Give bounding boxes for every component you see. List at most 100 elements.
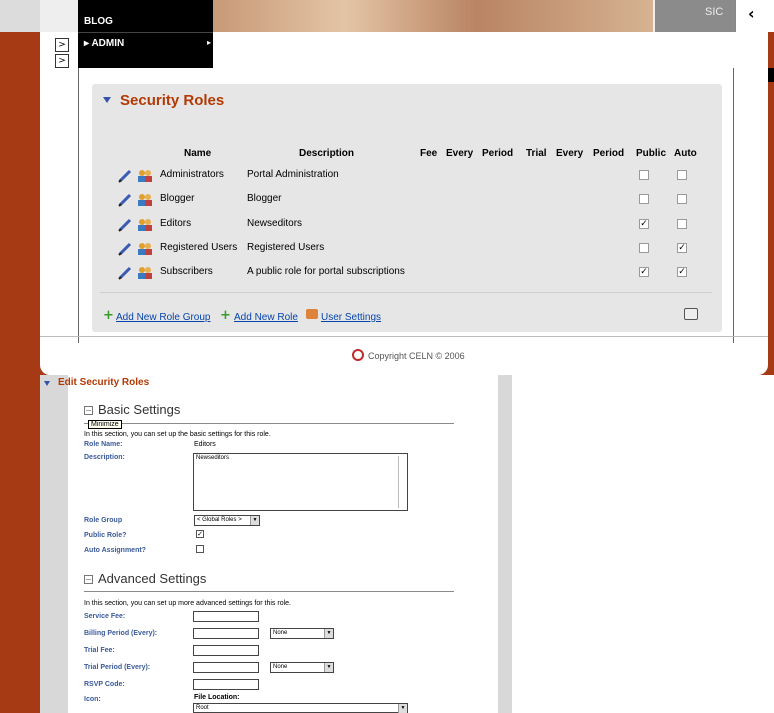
role-name: Blogger [160,193,195,204]
billing-period-select[interactable]: None ▼ [270,628,334,639]
auto-assignment-checkbox[interactable] [196,545,204,553]
role-description: A public role for portal subscriptions [247,266,405,277]
panel-right-border [733,68,734,343]
edit-pencil-icon[interactable] [117,168,133,183]
dropdown-arrow-icon: ▼ [324,663,333,672]
logo-icon [352,349,364,361]
expand-button-2[interactable]: > [55,54,69,68]
billing-period-input[interactable] [193,628,259,639]
auto-checkbox[interactable] [677,170,687,180]
basic-settings-title: Basic Settings [98,402,181,417]
description-label: Description: [84,454,125,461]
add-icon: + [103,308,114,323]
section-divider [84,591,454,592]
role-description: Blogger [247,193,282,204]
service-fee-input[interactable] [193,611,259,622]
header-period: Period [482,148,514,159]
nav-text[interactable]: SIC [705,6,723,18]
bottom-left-background [0,375,40,713]
public-checkbox[interactable]: ✓ [639,219,649,229]
header-auto: Auto [674,148,697,159]
minimize-icon[interactable]: − [84,575,93,584]
minimize-icon[interactable]: − [84,406,93,415]
trial-period-input[interactable] [193,662,259,673]
file-location-label: File Location: [194,694,240,701]
back-arrow-icon: ‹ [748,4,755,23]
edit-title: Edit Security Roles [58,377,150,388]
description-textarea[interactable]: Newseditors [193,453,408,511]
add-icon: + [220,308,231,323]
menu-item-blog[interactable]: BLOG [84,16,113,27]
edit-pencil-icon[interactable] [117,217,133,232]
dropdown-arrow-icon: ▼ [324,629,333,638]
header-public: Public [636,148,667,159]
file-location-value: Root [196,705,209,711]
textarea-scrollbar[interactable] [398,456,406,508]
separator [100,292,712,293]
service-fee-label: Service Fee: [84,613,126,620]
auto-checkbox[interactable]: ✓ [677,243,687,253]
add-role-group-link[interactable]: Add New Role Group [116,312,211,323]
header-period-2: Period [593,148,625,159]
auto-checkbox[interactable] [677,194,687,204]
advanced-intro: In this section, you can set up more adv… [84,600,291,607]
trial-fee-input[interactable] [193,645,259,656]
edit-panel-right-gutter [498,375,512,713]
role-name: Editors [160,218,192,229]
section-divider [84,423,454,424]
dropdown-arrow-icon: ▼ [398,704,407,713]
rsvp-code-label: RSVP Code: [84,681,125,688]
role-description: Portal Administration [247,169,339,180]
collapse-triangle-icon[interactable] [103,97,111,103]
auto-checkbox[interactable]: ✓ [677,267,687,277]
role-group-label: Role Group [84,517,123,524]
trial-period-label: Trial Period (Every): [84,664,151,671]
edit-pencil-icon[interactable] [117,241,133,256]
public-checkbox[interactable] [639,243,649,253]
public-role-checkbox[interactable]: ✓ [196,530,204,538]
submenu-arrow-icon: ▸ [207,38,212,47]
menu-item-admin[interactable]: ▸ ADMIN [84,38,124,49]
role-name: Administrators [160,169,224,180]
header-trial: Trial [526,148,547,159]
edit-pencil-icon[interactable] [117,192,133,207]
expand-button-1[interactable]: > [55,38,69,52]
description-value: Newseditors [196,455,230,461]
header-left [0,0,40,32]
public-checkbox[interactable] [639,170,649,180]
public-checkbox[interactable]: ✓ [639,267,649,277]
header-fee: Fee [420,148,438,159]
header-banner [213,0,653,32]
footer-line [40,336,768,337]
users-icon [137,217,153,231]
file-location-select[interactable]: Root ▼ [193,703,408,713]
role-name: Registered Users [160,242,238,253]
add-role-link[interactable]: Add New Role [234,312,298,323]
print-icon[interactable] [684,308,698,320]
billing-unit-value: None [273,630,288,636]
public-checkbox[interactable] [639,194,649,204]
public-role-label: Public Role? [84,532,127,539]
rsvp-code-input[interactable] [193,679,259,690]
auto-checkbox[interactable] [677,219,687,229]
role-group-select[interactable]: < Global Roles > ▼ [194,515,260,526]
edit-pencil-icon[interactable] [117,265,133,280]
role-description: Registered Users [247,242,325,253]
menu-item-admin-label: ADMIN [91,38,125,49]
trial-unit-value: None [273,664,288,670]
users-icon [137,265,153,279]
user-settings-link[interactable]: User Settings [321,312,381,323]
user-settings-icon [306,309,318,319]
advanced-settings-title: Advanced Settings [98,571,207,586]
header-every-2: Every [556,148,584,159]
dropdown-arrow-icon: ▼ [250,516,259,525]
menu-divider [78,32,213,33]
security-roles-module [92,84,722,332]
collapse-triangle-icon[interactable] [44,381,50,386]
header-description: Description [299,148,355,159]
trial-period-select[interactable]: None ▼ [270,662,334,673]
back-button[interactable]: ‹ [735,0,774,32]
role-description: Newseditors [247,218,303,229]
header-every: Every [446,148,474,159]
dark-strip [768,68,774,82]
